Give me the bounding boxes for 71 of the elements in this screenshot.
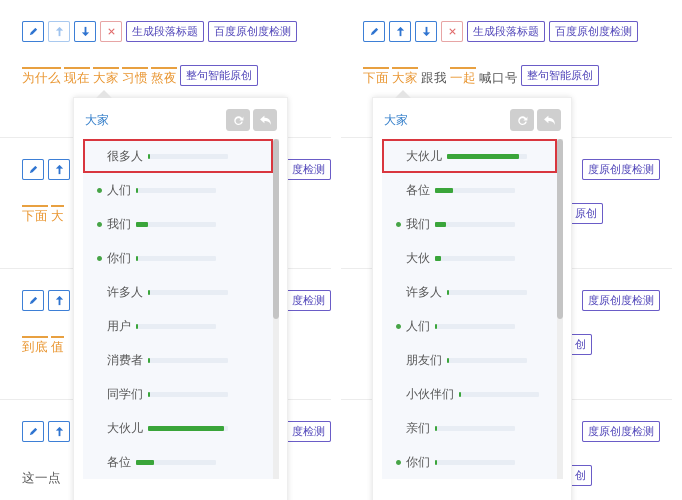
synonym-item[interactable]: 各位: [83, 445, 273, 479]
up-arrow-button[interactable]: [48, 420, 70, 442]
refresh-icon: [232, 114, 244, 126]
synonym-item[interactable]: 你们: [83, 241, 273, 275]
synonym-item[interactable]: 大伙: [382, 241, 557, 275]
up-arrow-button[interactable]: [48, 290, 70, 310]
check-button[interactable]: 百度原创度检测: [208, 20, 297, 42]
pencil-icon: [28, 426, 38, 436]
pencil-button[interactable]: [22, 420, 44, 442]
synonym-item[interactable]: 许多人: [83, 275, 273, 309]
close-button[interactable]: [441, 20, 463, 42]
pencil-icon: [28, 26, 38, 36]
close-icon: [106, 26, 116, 36]
synonym-item[interactable]: 大伙儿: [382, 139, 557, 173]
pencil-icon: [368, 26, 380, 36]
down-arrow-icon: [420, 26, 432, 36]
up-arrow-icon: [54, 26, 64, 36]
up-arrow-button[interactable]: [48, 158, 70, 180]
check-button[interactable]: 度检测: [286, 420, 331, 442]
rewrite-button[interactable]: 整句智能原创: [180, 65, 258, 86]
up-arrow-button[interactable]: [389, 20, 411, 42]
sentence-word: 喊口号: [479, 70, 518, 86]
undo-icon: [542, 114, 556, 126]
pencil-icon: [28, 294, 38, 306]
synonym-item[interactable]: 朋友们: [382, 343, 557, 377]
close-button[interactable]: [100, 20, 122, 42]
popup-word: 大家: [85, 112, 109, 129]
check-button[interactable]: 度检测: [286, 290, 331, 310]
synonym-item[interactable]: 消费者: [83, 343, 273, 377]
title-button[interactable]: 生成段落标题: [126, 20, 204, 42]
check-button[interactable]: 百度原创度检测: [549, 20, 638, 42]
up-arrow-icon: [54, 164, 64, 174]
up-arrow-icon: [54, 294, 64, 306]
undo-icon: [258, 114, 272, 126]
synonym-item[interactable]: 人们: [382, 309, 557, 343]
check-button[interactable]: 度检测: [286, 158, 331, 180]
rewrite-button[interactable]: 整句智能原创: [521, 65, 599, 86]
pencil-button[interactable]: [22, 20, 44, 42]
pencil-button[interactable]: [22, 290, 44, 310]
refresh-icon: [516, 114, 528, 126]
synonym-item[interactable]: 许多人: [382, 275, 557, 309]
pencil-icon: [28, 164, 38, 174]
down-arrow-icon: [80, 26, 90, 36]
synonym-item[interactable]: 我们: [83, 207, 273, 241]
down-arrow-button[interactable]: [415, 20, 437, 42]
scrollbar-thumb[interactable]: [273, 139, 279, 319]
check-button[interactable]: 度原创度检测: [582, 420, 660, 442]
popup-word: 大家: [384, 112, 408, 129]
title-button[interactable]: 生成段落标题: [467, 20, 545, 42]
rewrite-button[interactable]: 原创: [569, 203, 603, 224]
synonym-item[interactable]: 我们: [382, 207, 557, 241]
synonym-item[interactable]: 很多人: [83, 139, 273, 173]
pencil-button[interactable]: [22, 158, 44, 180]
up-arrow-icon: [394, 26, 406, 36]
synonym-item[interactable]: 同学们: [83, 377, 273, 411]
synonym-item[interactable]: 你们: [382, 445, 557, 479]
synonym-item[interactable]: 用户: [83, 309, 273, 343]
up-arrow-icon: [54, 426, 64, 436]
scrollbar-thumb[interactable]: [557, 139, 563, 319]
check-button[interactable]: 度原创度检测: [582, 158, 660, 180]
synonym-item[interactable]: 大伙儿: [83, 411, 273, 445]
sentence-word: 跟我: [421, 70, 447, 86]
synonym-item[interactable]: 人们: [83, 173, 273, 207]
sentence-word: 这一点: [22, 470, 61, 486]
down-arrow-button[interactable]: [74, 20, 96, 42]
pencil-button[interactable]: [363, 20, 385, 42]
synonym-item[interactable]: 各位: [382, 173, 557, 207]
check-button[interactable]: 度原创度检测: [582, 290, 660, 310]
synonym-item[interactable]: 亲们: [382, 411, 557, 445]
synonym-item[interactable]: 小伙伴们: [382, 377, 557, 411]
close-icon: [446, 26, 458, 36]
